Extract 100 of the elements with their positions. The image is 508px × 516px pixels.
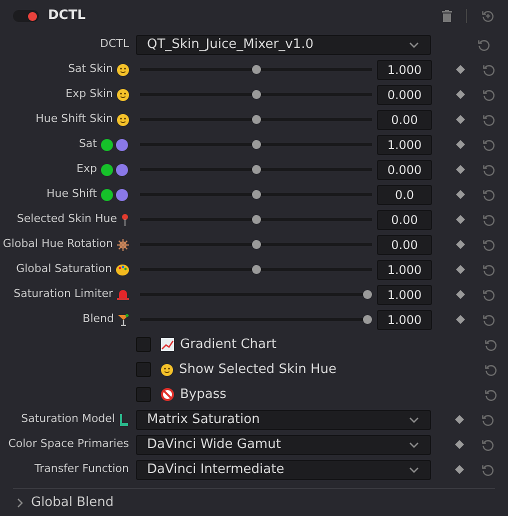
slider-thumb[interactable] xyxy=(252,265,260,274)
global-blend-section[interactable]: Global Blend xyxy=(0,489,131,516)
slider-track[interactable] xyxy=(140,140,372,149)
reset-icon[interactable] xyxy=(482,288,496,302)
keyframe-diamond-icon[interactable] xyxy=(456,315,465,324)
reset-icon[interactable] xyxy=(482,162,496,176)
parameter-label: Blend xyxy=(82,311,114,328)
value-field[interactable]: 1.000 xyxy=(377,284,432,304)
value-field[interactable]: 1.000 xyxy=(377,134,432,154)
checkbox[interactable] xyxy=(136,387,151,402)
checkbox[interactable] xyxy=(136,362,151,377)
reset-icon[interactable] xyxy=(477,38,491,52)
parameter-label: Saturation Limiter xyxy=(14,286,113,302)
slider-track[interactable] xyxy=(140,190,372,199)
smiley-icon xyxy=(117,114,129,126)
keyframe-diamond-icon[interactable] xyxy=(456,140,465,149)
siren-icon xyxy=(117,289,129,300)
slider-track[interactable] xyxy=(140,215,372,224)
value-field[interactable]: 0.00 xyxy=(377,234,432,254)
keyframe-diamond-icon[interactable] xyxy=(456,215,465,224)
value-field[interactable]: 0.000 xyxy=(377,160,432,180)
slider-thumb[interactable] xyxy=(252,240,260,249)
reset-icon[interactable] xyxy=(482,238,496,252)
reset-icon[interactable] xyxy=(484,388,498,402)
parameter-label: Selected Skin Hue xyxy=(16,211,117,228)
trash-icon[interactable] xyxy=(442,10,452,22)
slider-track[interactable] xyxy=(140,265,372,274)
slider-thumb[interactable] xyxy=(252,165,260,174)
value-field[interactable]: 1.000 xyxy=(377,260,432,280)
cocktail-glass-icon xyxy=(118,314,129,326)
slider-thumb[interactable] xyxy=(252,115,260,124)
parameter-label: Color Space Primaries xyxy=(8,436,129,452)
keyframe-diamond-icon[interactable] xyxy=(456,290,465,299)
reset-icon[interactable] xyxy=(482,88,496,102)
checkbox-label: Bypass xyxy=(180,386,226,404)
reset-icon[interactable] xyxy=(481,438,495,452)
reset-icon[interactable] xyxy=(482,138,496,152)
parameter-label: Global Hue Rotation xyxy=(2,236,113,252)
slider-track[interactable] xyxy=(140,90,372,99)
slider-thumb[interactable] xyxy=(252,65,260,74)
slider-thumb[interactable] xyxy=(252,190,260,199)
keyframe-diamond-icon[interactable] xyxy=(455,465,464,474)
parameter-label: Hue Shift Skin xyxy=(36,111,113,128)
pin-icon xyxy=(121,214,129,226)
slider-track[interactable] xyxy=(140,65,372,74)
keyframe-diamond-icon[interactable] xyxy=(456,165,465,174)
slider-thumb[interactable] xyxy=(252,90,260,99)
chevron-down-icon xyxy=(408,466,420,474)
slider-track[interactable] xyxy=(140,315,372,324)
slider-thumb[interactable] xyxy=(252,140,260,149)
checkbox[interactable] xyxy=(136,337,151,352)
reset-icon[interactable] xyxy=(481,462,495,476)
enable-toggle[interactable] xyxy=(13,10,39,22)
reset-icon[interactable] xyxy=(482,312,496,326)
reset-icon[interactable] xyxy=(481,412,495,426)
reset-icon[interactable] xyxy=(482,62,496,76)
slider-track[interactable] xyxy=(140,165,372,174)
value-field[interactable]: 0.000 xyxy=(377,84,432,104)
two-dots-icon xyxy=(101,188,129,200)
slider-thumb[interactable] xyxy=(363,290,372,299)
reset-icon[interactable] xyxy=(482,112,496,126)
wheel-icon xyxy=(117,238,129,250)
value-field[interactable]: 0.00 xyxy=(377,210,432,230)
dctl-dropdown[interactable]: QT_Skin_Juice_Mixer_v1.0 xyxy=(136,34,431,54)
reset-icon[interactable] xyxy=(482,212,496,226)
parameter-label: Hue Shift xyxy=(46,186,97,202)
keyframe-diamond-icon[interactable] xyxy=(456,65,465,74)
slider-track[interactable] xyxy=(140,290,372,299)
palette-icon xyxy=(116,264,129,276)
keyframe-diamond-icon[interactable] xyxy=(455,440,464,449)
keyframe-diamond-icon[interactable] xyxy=(456,90,465,99)
value-field[interactable]: 1.000 xyxy=(377,310,432,330)
chevron-down-icon xyxy=(408,40,420,48)
keyframe-diamond-icon[interactable] xyxy=(456,240,465,249)
chevron-right-icon xyxy=(17,498,23,508)
value-field[interactable]: 1.000 xyxy=(377,60,432,80)
keyframe-diamond-icon[interactable] xyxy=(456,265,465,274)
slider-thumb[interactable] xyxy=(363,315,372,324)
reset-icon[interactable] xyxy=(482,262,496,276)
reset-icon[interactable] xyxy=(484,338,498,352)
smiley-icon xyxy=(117,88,129,100)
reset-icon[interactable] xyxy=(484,362,498,376)
parameter-label: Transfer Function xyxy=(34,461,129,478)
keyframe-diamond-icon[interactable] xyxy=(455,415,464,424)
reset-icon[interactable] xyxy=(482,188,496,202)
value-field[interactable]: 0.00 xyxy=(377,110,432,130)
dropdown[interactable]: Matrix Saturation xyxy=(136,410,431,430)
keyframe-diamond-icon[interactable] xyxy=(456,190,465,199)
dropdown[interactable]: DaVinci Intermediate xyxy=(136,460,431,480)
slider-thumb[interactable] xyxy=(252,215,260,224)
parameter-label: Saturation Model xyxy=(21,411,115,428)
value-field[interactable]: 0.0 xyxy=(377,184,432,204)
smiley-icon xyxy=(117,64,129,76)
dropdown[interactable]: DaVinci Wide Gamut xyxy=(136,434,431,454)
slider-track[interactable] xyxy=(140,240,372,249)
parameter-label: Sat Skin xyxy=(68,61,113,78)
reset-all-icon[interactable] xyxy=(481,9,495,23)
two-dots-icon xyxy=(101,138,129,150)
keyframe-diamond-icon[interactable] xyxy=(456,115,465,124)
slider-track[interactable] xyxy=(140,115,372,124)
